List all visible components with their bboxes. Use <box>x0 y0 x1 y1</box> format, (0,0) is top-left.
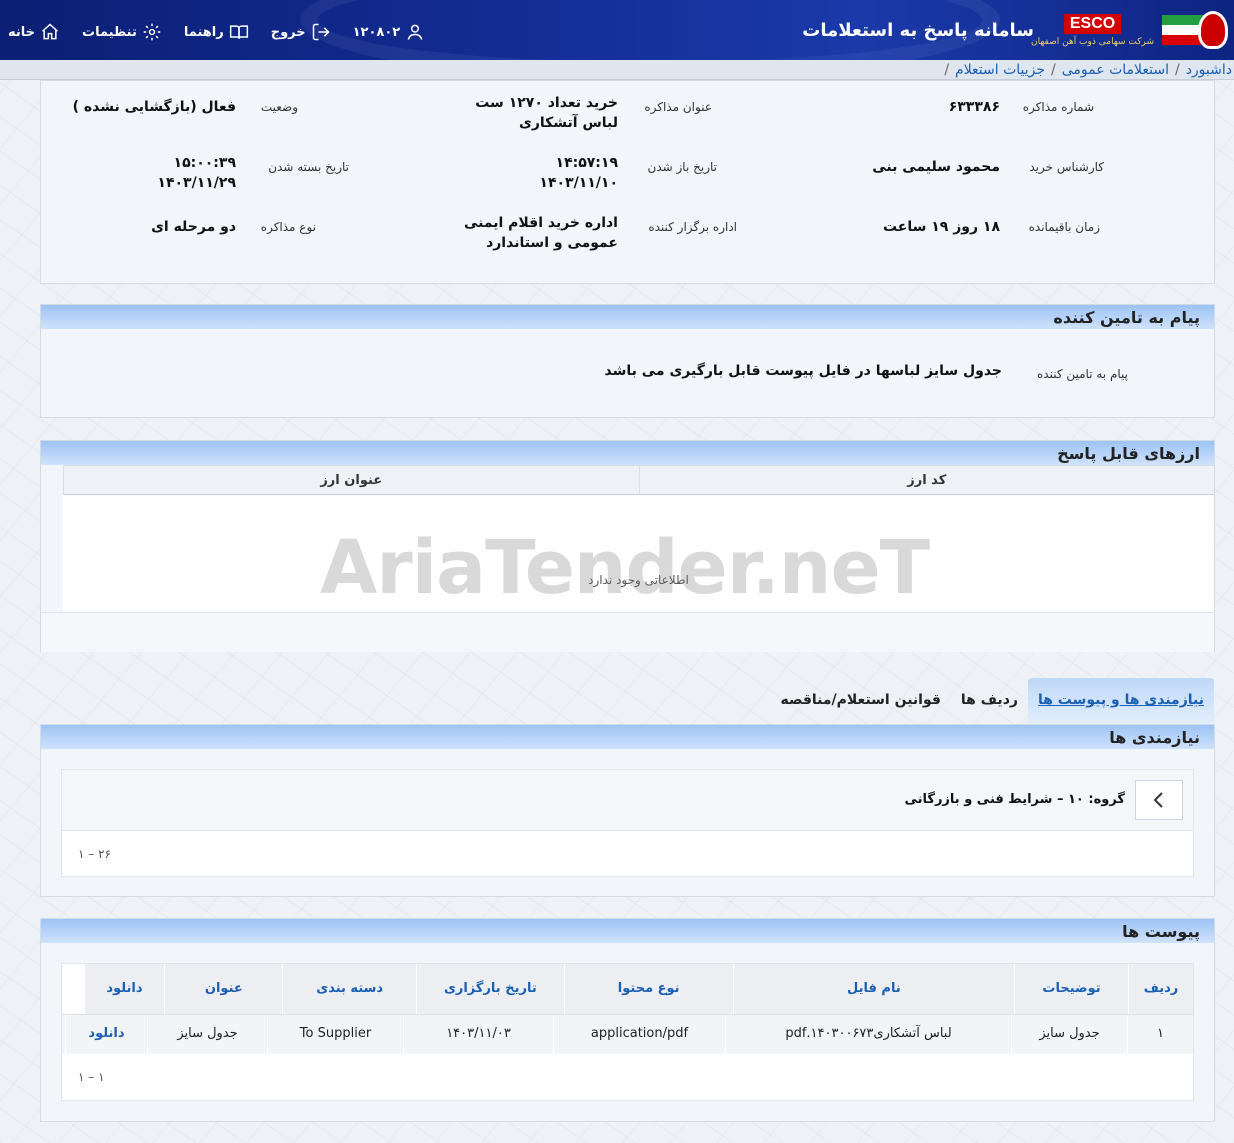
attachments-table: ردیف توضیحات نام فایل نوع محتوا تاریخ با… <box>61 963 1194 1101</box>
requirements-pager: ۱ – ۲۶ <box>78 847 111 861</box>
close-date-label: تاریخ بسته شدن <box>268 160 349 174</box>
negotiation-type: دو مرحله ای <box>151 219 236 235</box>
top-bar: ESCO شرکت سهامی ذوب آهن اصفهان سامانه پا… <box>0 0 1234 60</box>
title-label: عنوان مذاکره <box>644 100 712 114</box>
org-label: اداره برگزار کننده <box>648 220 737 234</box>
inquiry-details-panel: شماره مذاکره ۶۳۳۳۸۶ عنوان مذاکره خرید تع… <box>40 80 1215 284</box>
type-label: نوع مذاکره <box>260 220 316 234</box>
requirements-panel: نیازمندی ها گروه: ۱۰ – شرایط فنی و بازرگ… <box>40 724 1215 897</box>
attachments-panel: پیوست ها ردیف توضیحات نام فایل نوع محتوا… <box>40 918 1215 1122</box>
logout-icon <box>312 23 330 41</box>
home-icon <box>42 23 59 40</box>
brand: ESCO شرکت سهامی ذوب آهن اصفهان <box>1031 4 1228 56</box>
cell-description: جدول سایز <box>1011 1015 1127 1054</box>
breadcrumb-public-inquiries[interactable]: استعلامات عمومی <box>1062 62 1169 78</box>
open-date-label: تاریخ باز شدن <box>647 160 717 174</box>
expert-label: کارشناس خرید <box>1029 160 1104 174</box>
gear-icon <box>143 23 161 41</box>
tab-rules[interactable]: قوانین استعلام/مناقصه <box>770 692 950 724</box>
book-icon <box>229 25 248 39</box>
status-label: وضعیت <box>260 100 298 114</box>
tab-bar: نیازمندی ها و پیوست ها ردیف ها قوانین اس… <box>770 674 1214 724</box>
nav-home[interactable]: خانه <box>8 22 60 42</box>
breadcrumb-inquiry-details[interactable]: جزییات استعلام <box>955 62 1045 78</box>
breadcrumb-dashboard[interactable]: داشبورد <box>1186 62 1232 78</box>
negotiation-number-label: شماره مذاکره <box>1022 100 1094 114</box>
cell-filename: لباس آتشکاری۱۴۰۳۰۰۶۷۳.pdf <box>725 1015 1011 1054</box>
breadcrumb: داشبورد / استعلامات عمومی / جزییات استعل… <box>0 60 1234 80</box>
remaining-label: زمان باقیمانده <box>1028 220 1100 234</box>
open-date: ۱۴:۵۷:۱۹ ۱۴۰۳/۱۱/۱۰ <box>539 155 618 191</box>
attachments-header: ردیف توضیحات نام فایل نوع محتوا تاریخ با… <box>62 964 1193 1014</box>
col-filename[interactable]: نام فایل <box>732 964 1014 1014</box>
col-content-type[interactable]: نوع محتوا <box>563 964 733 1014</box>
requirement-group[interactable]: گروه: ۱۰ – شرایط فنی و بازرگانی <box>61 769 1194 831</box>
col-download[interactable]: دانلود <box>83 964 165 1014</box>
supplier-message-panel: پیام به تامین کننده پیام به تامین کننده … <box>40 304 1215 418</box>
col-index[interactable]: ردیف <box>1128 964 1193 1014</box>
purchase-expert: محمود سلیمی بنی <box>872 159 1000 175</box>
nav-user[interactable]: ۱۲۰۸۰۲ <box>353 22 426 42</box>
currencies-panel: ارزهای قابل پاسخ کد ارز عنوان ارز اطلاعا… <box>40 440 1215 652</box>
col-currency-title[interactable]: عنوان ارز <box>63 466 639 494</box>
user-icon <box>407 24 423 40</box>
empty-message: اطلاعاتی وجود ندارد <box>588 573 689 587</box>
download-link[interactable]: دانلود <box>65 1015 147 1054</box>
top-nav: خانه تنظیمات راهنما خروج ۱۲۰۸۰۲ <box>8 22 425 42</box>
supplier-message-title: پیام به تامین کننده <box>41 305 1214 329</box>
col-description[interactable]: توضیحات <box>1014 964 1128 1014</box>
nav-guide[interactable]: راهنما <box>184 22 249 42</box>
table-row[interactable]: ۱ جدول سایز لباس آتشکاری۱۴۰۳۰۰۶۷۳.pdf ap… <box>62 1014 1193 1054</box>
col-currency-code[interactable]: کد ارز <box>638 466 1215 494</box>
negotiation-title: خرید تعداد ۱۲۷۰ ست لباس آتشکاری <box>475 95 618 131</box>
col-category[interactable]: دسته بندی <box>282 964 416 1014</box>
attachments-title: پیوست ها <box>41 919 1214 943</box>
supplier-message-label: پیام به تامین کننده <box>1037 367 1128 381</box>
requirements-title: نیازمندی ها <box>41 725 1214 749</box>
tab-requirements-attachments[interactable]: نیازمندی ها و پیوست ها <box>1027 678 1214 724</box>
nav-settings[interactable]: تنظیمات <box>82 22 162 42</box>
expand-button[interactable] <box>1135 780 1183 820</box>
col-upload-date[interactable]: تاریخ بارگزاری <box>416 964 564 1014</box>
remaining-time: ۱۸ روز ۱۹ ساعت <box>882 219 1000 235</box>
close-date: ۱۵:۰۰:۳۹ ۱۴۰۳/۱۱/۲۹ <box>157 155 236 191</box>
organizing-office: اداره خرید اقلام ایمنی عمومی و استاندارد <box>463 215 618 251</box>
cell-content-type: application/pdf <box>553 1015 725 1054</box>
supplier-message-text: جدول سایز لباسها در فایل پیوست قابل بارگ… <box>604 363 1002 379</box>
col-title[interactable]: عنوان <box>164 964 282 1014</box>
cell-category: To Supplier <box>267 1015 403 1054</box>
currencies-header: کد ارز عنوان ارز <box>63 465 1214 495</box>
currencies-table: کد ارز عنوان ارز اطلاعاتی وجود ندارد <box>63 465 1214 612</box>
requirements-footer: ۱ – ۲۶ <box>61 831 1194 877</box>
esco-logo: ESCO شرکت سهامی ذوب آهن اصفهان <box>1031 13 1154 47</box>
cell-upload-date: ۱۴۰۳/۱۱/۰۳ <box>403 1015 553 1054</box>
cell-title: جدول سایز <box>147 1015 267 1054</box>
chevron-left-icon <box>1153 792 1163 808</box>
status-value: فعال (بازگشایی نشده ) <box>72 99 236 115</box>
currencies-title: ارزهای قابل پاسخ <box>41 441 1214 465</box>
tab-rows[interactable]: ردیف ها <box>951 692 1028 724</box>
negotiation-number: ۶۳۳۳۸۶ <box>948 99 1000 115</box>
cell-index: ۱ <box>1127 1015 1193 1054</box>
group-label: گروه: ۱۰ – شرایط فنی و بازرگانی <box>904 792 1125 807</box>
currencies-footer <box>41 612 1214 652</box>
company-logo <box>1162 5 1228 55</box>
system-title: سامانه پاسخ به استعلامات <box>802 20 1034 41</box>
attachments-pager: ۱ – ۱ <box>78 1070 105 1084</box>
nav-logout[interactable]: خروج <box>271 22 331 42</box>
